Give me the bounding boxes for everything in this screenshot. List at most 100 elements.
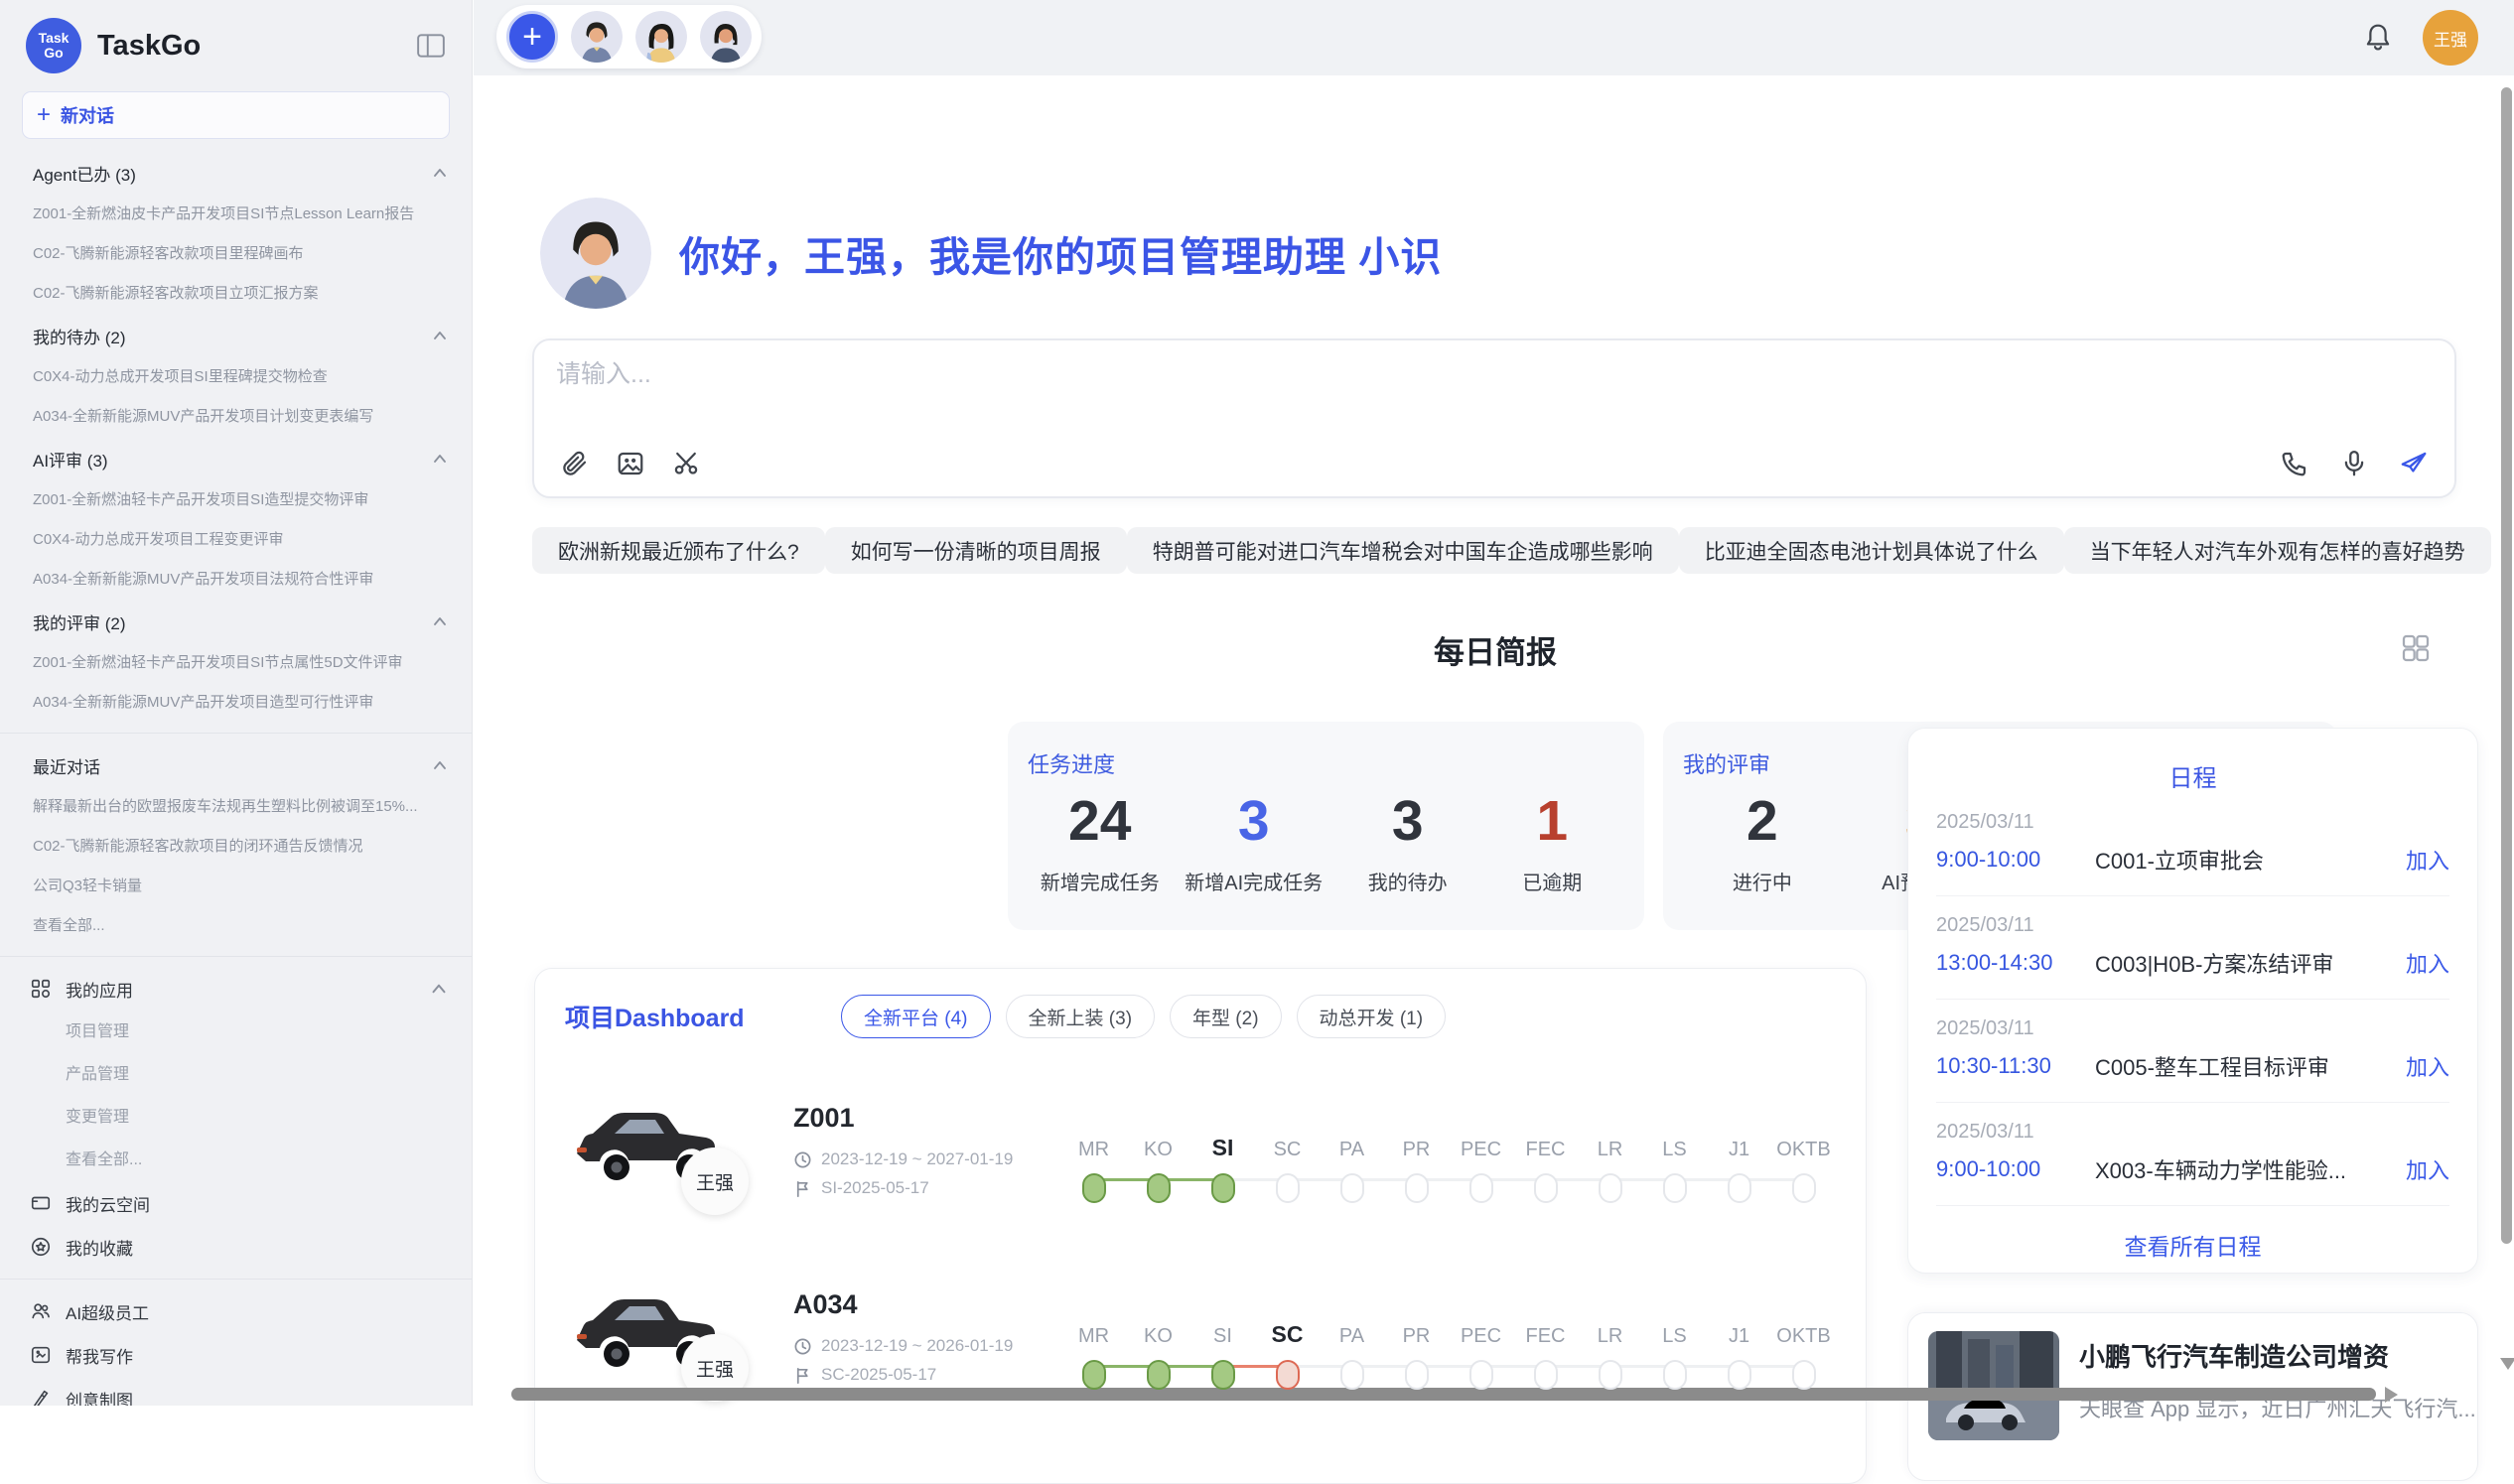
image-icon [616, 449, 645, 478]
sidebar-item-ai-super-staff[interactable]: AI超级员工 [0, 1289, 472, 1333]
recent-conversation-item[interactable]: 解释最新出台的欧盟报废车法规再生塑料比例被调至15%... [0, 787, 472, 827]
chevron-up-icon[interactable] [428, 978, 450, 1000]
suggestion-chip[interactable]: 欧洲新规最近颁布了什么? [532, 527, 825, 574]
sidebar-item[interactable]: Z001-全新燃油轻卡产品开发项目SI节点属性5D文件评审 [0, 643, 472, 683]
sidebar-item[interactable]: C0X4-动力总成开发项目工程变更评审 [0, 520, 472, 560]
briefing-title: 每日简报 [532, 627, 2458, 672]
sidebar-item-creative-drawing[interactable]: 创意制图 [0, 1377, 472, 1406]
topbar-right: 王强 [2363, 0, 2478, 75]
scroll-right-arrow[interactable] [2385, 1387, 2398, 1403]
app-subitem[interactable]: 变更管理 [0, 1096, 472, 1139]
recent-conversation-item[interactable]: 查看全部... [0, 906, 472, 946]
horizontal-scrollbar[interactable] [511, 1388, 2376, 1401]
sidebar-item-favorites[interactable]: 我的收藏 [0, 1225, 472, 1269]
user-avatar[interactable]: 王强 [2423, 10, 2478, 66]
vertical-scrollbar[interactable] [2501, 87, 2512, 1244]
voice-call-button[interactable] [2278, 447, 2311, 480]
chevron-up-icon[interactable] [430, 163, 450, 183]
app-subitem[interactable]: 项目管理 [0, 1011, 472, 1053]
schedule-date: 2025/03/11 [1936, 1121, 2449, 1144]
milestone-dot [1082, 1173, 1106, 1203]
app-subitem[interactable]: 产品管理 [0, 1053, 472, 1096]
sidebar-item[interactable]: C02-飞腾新能源轻客改款项目立项汇报方案 [0, 274, 472, 314]
join-link[interactable]: 加入 [2406, 947, 2449, 979]
chevron-up-icon[interactable] [430, 755, 450, 775]
team-avatar-2[interactable] [635, 11, 687, 63]
milestone-cell: J1 [1707, 1284, 1771, 1390]
milestone-dot [1728, 1173, 1751, 1203]
flag-icon [793, 1179, 812, 1198]
milestone-cell: LS [1642, 1098, 1707, 1203]
milestone-cell: LS [1642, 1284, 1707, 1390]
taskgo-logo: Task Go [26, 18, 81, 73]
milestone-cell: SI [1190, 1284, 1255, 1390]
sidebar-section-header[interactable]: 我的待办 (2) [0, 314, 472, 357]
sidebar-item-cloud-space[interactable]: 我的云空间 [0, 1181, 472, 1225]
milestone-cell: KO [1126, 1284, 1190, 1390]
stat-card: 任务进度24新增完成任务3新增AI完成任务3我的待办1已逾期 [1008, 722, 1644, 930]
view-all-schedule-link[interactable]: 查看所有日程 [1936, 1206, 2449, 1283]
project-code[interactable]: Z001 [793, 1103, 1042, 1134]
suggestion-chip[interactable]: 比亚迪全固态电池计划具体说了什么 [1679, 527, 2064, 574]
team-avatar-3[interactable] [700, 11, 752, 63]
sidebar-item[interactable]: A034-全新新能源MUV产品开发项目法规符合性评审 [0, 560, 472, 600]
app-subitem[interactable]: 查看全部... [0, 1139, 472, 1181]
sidebar-section-header[interactable]: AI评审 (3) [0, 437, 472, 480]
microphone-button[interactable] [2337, 447, 2371, 480]
project-flag-row: SI-2025-05-17 [793, 1178, 1042, 1198]
sidebar-section-header[interactable]: Agent已办 (3) [0, 151, 472, 195]
filter-chip-active[interactable]: 全新平台 (4) [841, 995, 991, 1038]
sidebar-item[interactable]: C0X4-动力总成开发项目SI里程碑提交物检查 [0, 357, 472, 397]
sidebar-item[interactable]: Z001-全新燃油皮卡产品开发项目SI节点Lesson Learn报告 [0, 195, 472, 234]
collapse-sidebar-icon[interactable] [416, 33, 446, 59]
schedule-item-row: 9:00-10:00C001-立项审批会加入 [1936, 844, 2449, 876]
chevron-up-icon[interactable] [430, 326, 450, 345]
new-chat-button[interactable]: + 新对话 [22, 91, 450, 139]
project-code[interactable]: A034 [793, 1289, 1042, 1320]
filter-chip[interactable]: 年型 (2) [1170, 995, 1282, 1038]
recent-section-header[interactable]: 最近对话 [0, 743, 472, 787]
layout-grid-icon[interactable] [2400, 632, 2432, 664]
milestone-cell: MR [1061, 1098, 1126, 1203]
sidebar-item[interactable]: A034-全新新能源MUV产品开发项目计划变更表编写 [0, 397, 472, 437]
join-link[interactable]: 加入 [2406, 1050, 2449, 1082]
suggestion-chip[interactable]: 当下年轻人对汽车外观有怎样的喜好趋势 [2064, 527, 2491, 574]
paperclip-icon [560, 449, 590, 478]
chevron-up-icon[interactable] [430, 611, 450, 631]
app-title: TaskGo [97, 30, 416, 63]
sidebar-item[interactable]: Z001-全新燃油轻卡产品开发项目SI造型提交物评审 [0, 480, 472, 520]
join-link[interactable]: 加入 [2406, 844, 2449, 876]
send-icon [2399, 449, 2429, 478]
attach-button[interactable] [558, 447, 592, 480]
recent-conversation-item[interactable]: 公司Q3轻卡销量 [0, 867, 472, 906]
filter-chip[interactable]: 全新上装 (3) [1006, 995, 1156, 1038]
chevron-up-icon[interactable] [430, 449, 450, 469]
screenshot-button[interactable] [669, 447, 703, 480]
sidebar-item[interactable]: C02-飞腾新能源轻客改款项目里程碑画布 [0, 234, 472, 274]
add-conversation-button[interactable]: + [506, 11, 558, 63]
sidebar-item[interactable]: A034-全新新能源MUV产品开发项目造型可行性评审 [0, 683, 472, 723]
suggestion-chip[interactable]: 如何写一份清晰的项目周报 [825, 527, 1127, 574]
composer-right-icons [2278, 447, 2431, 480]
recent-conversation-item[interactable]: C02-飞腾新能源轻客改款项目的闭环通告反馈情况 [0, 827, 472, 867]
team-avatar-1[interactable] [571, 11, 623, 63]
project-media: 王强 [565, 1076, 793, 1225]
sidebar-section-header[interactable]: 我的评审 (2) [0, 600, 472, 643]
image-button[interactable] [614, 447, 647, 480]
stat-column: 3新增AI完成任务 [1185, 789, 1323, 895]
milestone-dot [1534, 1173, 1558, 1203]
cloud-space-label: 我的云空间 [66, 1191, 450, 1216]
sidebar-item-my-apps[interactable]: 我的应用 [0, 967, 472, 1011]
send-button[interactable] [2397, 447, 2431, 480]
scroll-down-arrow[interactable] [2500, 1358, 2514, 1370]
message-input[interactable] [556, 354, 2433, 420]
filter-chip[interactable]: 动总开发 (1) [1297, 995, 1447, 1038]
join-link[interactable]: 加入 [2406, 1153, 2449, 1185]
schedule-item: 2025/03/119:00-10:00C001-立项审批会加入 [1936, 793, 2449, 896]
sidebar-item-help-me-write[interactable]: 帮我写作 [0, 1333, 472, 1377]
notification-bell-icon[interactable] [2363, 22, 2393, 54]
schedule-item-row: 10:30-11:30C005-整车工程目标评审加入 [1936, 1050, 2449, 1082]
stat-column: 3我的待办 [1348, 789, 1467, 895]
suggestion-chip[interactable]: 特朗普可能对进口汽车增税会对中国车企造成哪些影响 [1127, 527, 1679, 574]
stat-label: 我的待办 [1348, 867, 1467, 895]
